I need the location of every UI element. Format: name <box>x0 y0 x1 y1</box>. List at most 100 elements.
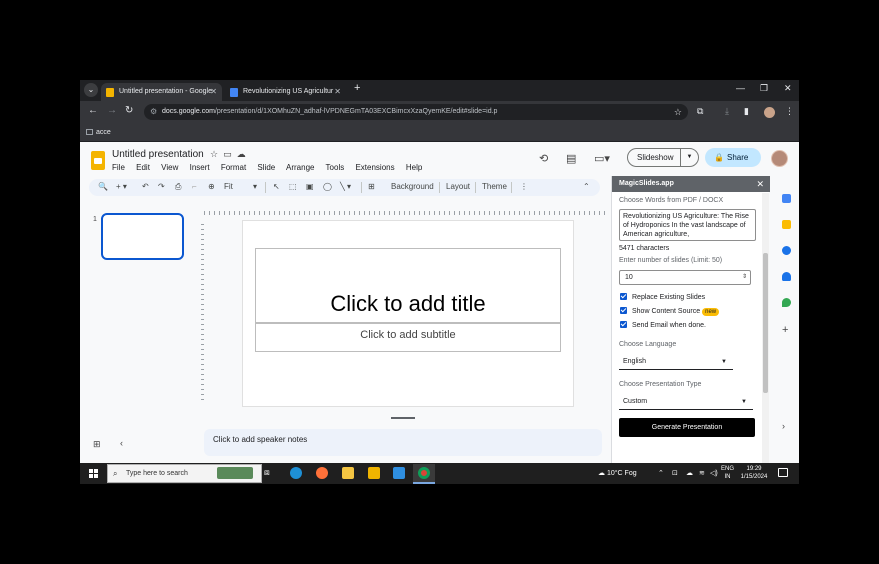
more-options-icon[interactable]: ⋮ <box>520 182 528 191</box>
slide-thumbnail[interactable] <box>101 213 184 260</box>
spinner-icon[interactable]: ⇕ <box>742 271 747 284</box>
add-comment-icon[interactable]: ⊞ <box>368 182 375 191</box>
star-icon[interactable]: ☆ <box>210 149 223 159</box>
address-bar[interactable]: ⚙ docs.google.com/presentation/d/1XOMhuZ… <box>144 104 688 120</box>
menu-view[interactable]: View <box>161 163 178 172</box>
share-button[interactable]: 🔒 Share <box>705 148 761 167</box>
bookmark-star-icon[interactable]: ☆ <box>674 104 682 120</box>
type-select[interactable]: Custom ▼ <box>619 394 753 410</box>
theme-button[interactable]: Theme <box>482 182 507 191</box>
paint-format-icon[interactable]: ⌐ <box>192 182 197 191</box>
slideshow-button[interactable]: Slideshow ▼ <box>627 148 699 167</box>
edge-icon[interactable] <box>290 467 302 479</box>
source-textarea[interactable]: Revolutionizing US Agriculture: The Rise… <box>619 209 756 241</box>
line-icon[interactable]: ╲ ▾ <box>340 182 351 191</box>
close-panel-icon[interactable]: ✕ <box>756 176 764 192</box>
network-icon[interactable]: ⊡ <box>672 469 678 477</box>
redo-icon[interactable]: ↷ <box>158 182 165 191</box>
firefox-icon[interactable] <box>316 467 328 479</box>
slides-logo-icon[interactable] <box>91 151 105 170</box>
get-addons-plus-icon[interactable]: + <box>782 325 791 336</box>
reload-icon[interactable]: ↻ <box>125 105 133 116</box>
menu-slide[interactable]: Slide <box>257 163 275 172</box>
background-button[interactable]: Background <box>391 182 434 191</box>
back-arrow-icon[interactable]: ← <box>88 105 98 116</box>
extensions-icon[interactable]: ⧉ <box>697 106 703 117</box>
collapse-toolbar-icon[interactable]: ⌃ <box>583 182 590 191</box>
input-language[interactable]: ENG IN <box>721 465 734 481</box>
menu-extensions[interactable]: Extensions <box>355 163 394 172</box>
title-placeholder[interactable]: Click to add title <box>255 248 561 323</box>
scrollbar-thumb[interactable] <box>763 253 768 393</box>
side-panel-icon[interactable]: ▮ <box>744 106 749 117</box>
bookmark-item[interactable]: acce <box>96 129 111 136</box>
zoom-icon[interactable]: ⊕ <box>208 182 215 191</box>
document-title[interactable]: Untitled presentation <box>112 149 204 160</box>
menu-insert[interactable]: Insert <box>190 163 210 172</box>
mail-icon[interactable] <box>393 467 405 479</box>
menu-arrange[interactable]: Arrange <box>286 163 314 172</box>
new-slide-plus-icon[interactable]: + ▾ <box>116 182 127 191</box>
new-tab-plus-icon[interactable]: + <box>354 82 360 94</box>
chrome-menu-icon[interactable]: ⋮ <box>785 106 794 117</box>
task-view-icon[interactable]: ⧈ <box>264 467 276 479</box>
undo-icon[interactable]: ↶ <box>142 182 149 191</box>
tasks-icon[interactable] <box>782 246 791 255</box>
image-icon[interactable]: ▣ <box>306 182 314 191</box>
select-cursor-icon[interactable]: ↖ <box>273 182 280 191</box>
tab-close-icon[interactable]: ✕ <box>334 83 341 101</box>
frame-select-icon[interactable]: ⬚ <box>289 182 297 191</box>
file-explorer-icon[interactable] <box>342 467 354 479</box>
panel-scrollbar[interactable] <box>762 193 769 463</box>
close-window-icon[interactable]: ✕ <box>784 83 792 94</box>
collapse-filmstrip-icon[interactable]: ‹ <box>120 438 123 448</box>
restore-icon[interactable]: ❐ <box>760 83 768 94</box>
generate-button[interactable]: Generate Presentation <box>619 418 755 437</box>
meet-camera-icon[interactable]: ▭▾ <box>594 152 610 165</box>
search-highlight-icon[interactable] <box>217 467 253 479</box>
user-avatar[interactable] <box>771 150 788 167</box>
cloud-sync-icon[interactable]: ☁ <box>686 469 693 477</box>
volume-icon[interactable]: ◁) <box>710 469 718 477</box>
notifications-icon[interactable] <box>778 468 788 477</box>
tab-untitled-presentation[interactable]: Untitled presentation - Google ✕ <box>101 83 222 101</box>
weather-widget[interactable]: ☁ 10°C Fog <box>598 469 637 477</box>
slide[interactable]: Click to add title Click to add subtitle <box>243 221 573 406</box>
slides-count-input[interactable]: 10 ⇕ <box>619 270 751 285</box>
expand-side-panel-icon[interactable]: › <box>782 422 791 431</box>
speaker-notes[interactable]: Click to add speaker notes <box>204 429 602 456</box>
wifi-icon[interactable]: ≋ <box>699 469 705 477</box>
profile-avatar[interactable] <box>764 107 775 118</box>
forward-arrow-icon[interactable]: → <box>107 105 117 116</box>
language-select[interactable]: English ▼ <box>619 354 733 370</box>
tray-chevron-icon[interactable]: ⌃ <box>658 469 664 477</box>
grid-view-icon[interactable]: ⊞ <box>93 439 101 450</box>
menu-help[interactable]: Help <box>406 163 422 172</box>
search-menus-icon[interactable]: 🔍 <box>98 182 108 191</box>
subtitle-placeholder[interactable]: Click to add subtitle <box>255 323 561 352</box>
chrome-taskbar-button[interactable] <box>413 464 435 484</box>
tab-revolutionizing[interactable]: Revolutionizing US Agricultur ✕ <box>225 83 346 101</box>
slideshow-dropdown-icon[interactable]: ▼ <box>680 149 698 166</box>
menu-format[interactable]: Format <box>221 163 246 172</box>
notes-resize-handle[interactable] <box>391 417 415 419</box>
maps-icon[interactable] <box>782 298 791 307</box>
version-history-icon[interactable]: ⟲ <box>539 152 548 165</box>
print-icon[interactable]: ⎙ <box>175 182 181 192</box>
zoom-dropdown-icon[interactable]: ▾ <box>253 182 257 191</box>
download-icon[interactable]: ⤓ <box>725 106 729 117</box>
replace-slides-checkbox[interactable]: Replace Existing Slides <box>620 293 705 302</box>
store-icon[interactable] <box>368 467 380 479</box>
layout-button[interactable]: Layout <box>446 182 470 191</box>
keep-icon[interactable] <box>782 220 791 229</box>
move-folder-icon[interactable]: ▭ <box>223 149 237 159</box>
minimize-icon[interactable]: — <box>736 83 745 93</box>
send-email-checkbox[interactable]: Send Email when done. <box>620 321 706 330</box>
comments-icon[interactable]: ▤ <box>566 152 576 165</box>
contacts-icon[interactable] <box>782 272 791 281</box>
menu-file[interactable]: File <box>112 163 125 172</box>
site-info-icon[interactable]: ⚙ <box>150 104 157 120</box>
cloud-saved-icon[interactable]: ☁ <box>237 149 251 159</box>
show-source-checkbox[interactable]: Show Content Source new <box>620 307 720 316</box>
windows-start-icon[interactable] <box>89 469 98 478</box>
